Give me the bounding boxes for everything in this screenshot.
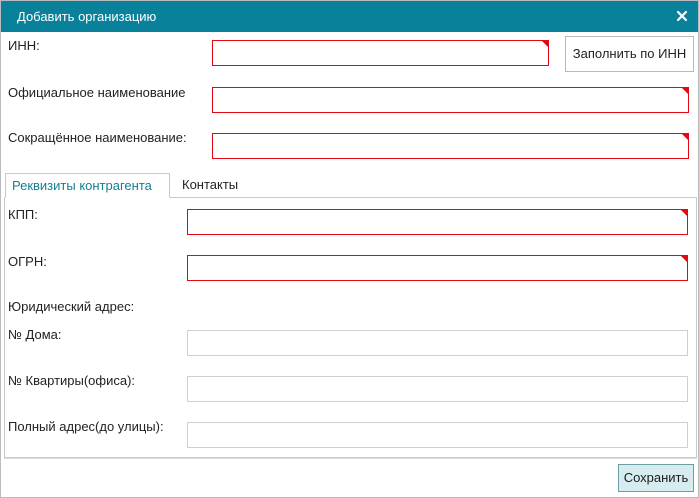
save-button[interactable]: Сохранить [618, 464, 694, 492]
inn-input[interactable] [212, 40, 549, 66]
short-name-label: Сокращённое наименование: [8, 130, 187, 145]
short-name-input[interactable] [212, 133, 689, 159]
inn-label: ИНН: [8, 38, 40, 53]
full-address-label: Полный адрес(до улицы): [8, 419, 164, 434]
dialog-title: Добавить организацию [17, 9, 157, 24]
tab-requisites[interactable]: Реквизиты контрагента [5, 173, 170, 198]
legal-address-heading: Юридический адрес: [8, 299, 135, 314]
kpp-input[interactable] [187, 209, 688, 235]
apartment-label: № Квартиры(офиса): [8, 373, 136, 388]
add-organization-dialog: Добавить организацию ИНН: Заполнить по И… [0, 0, 699, 498]
fill-by-inn-button[interactable]: Заполнить по ИНН [565, 36, 694, 72]
tab-contacts[interactable]: Контакты [176, 173, 244, 198]
kpp-label: КПП: [8, 207, 38, 222]
close-icon[interactable] [675, 9, 689, 23]
ogrn-label: ОГРН: [8, 254, 47, 269]
official-name-label: Официальное наименование [8, 85, 186, 100]
ogrn-input[interactable] [187, 255, 688, 281]
footer-divider [4, 458, 697, 459]
dialog-titlebar[interactable]: Добавить организацию [1, 1, 698, 32]
apartment-input[interactable] [187, 376, 688, 402]
house-number-input[interactable] [187, 330, 688, 356]
official-name-input[interactable] [212, 87, 689, 113]
house-number-label: № Дома: [8, 327, 62, 342]
full-address-input[interactable] [187, 422, 688, 448]
